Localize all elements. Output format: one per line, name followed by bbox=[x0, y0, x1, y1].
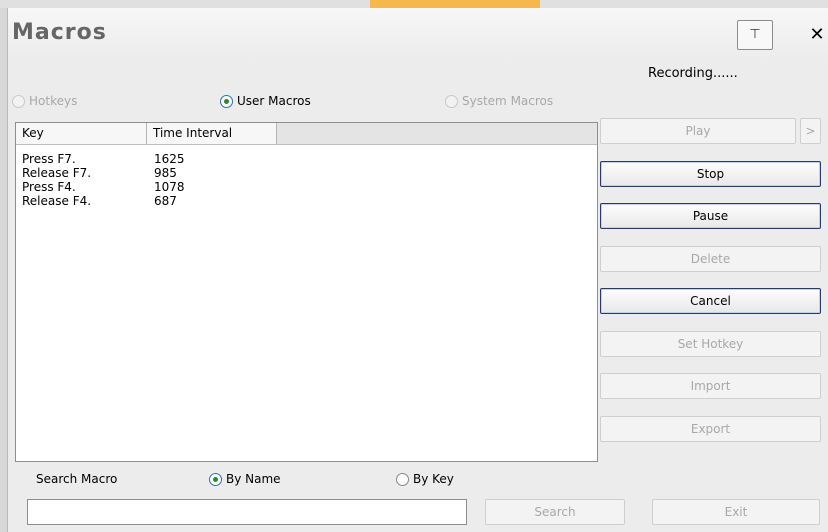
cell-time-interval: 1625 bbox=[154, 152, 185, 166]
table-row[interactable]: Press F4. 1078 bbox=[16, 180, 597, 194]
pause-button[interactable]: Pause bbox=[600, 203, 821, 229]
radio-by-key-indicator bbox=[396, 472, 409, 486]
radio-system-macros-indicator bbox=[445, 94, 458, 108]
exit-button[interactable]: Exit bbox=[652, 499, 820, 525]
search-button[interactable]: Search bbox=[485, 499, 625, 525]
background-window-strip bbox=[0, 0, 828, 8]
radio-system-macros-label: System Macros bbox=[462, 94, 554, 108]
cell-key: Release F4. bbox=[22, 194, 92, 208]
radio-hotkeys-indicator bbox=[12, 94, 25, 108]
macros-dialog: Macros ⊤ ✕ Recording...... Hotkeys User … bbox=[7, 8, 828, 532]
radio-hotkeys[interactable]: Hotkeys bbox=[12, 94, 77, 108]
export-button[interactable]: Export bbox=[600, 416, 821, 442]
close-icon: ✕ bbox=[809, 24, 825, 45]
radio-by-name-label: By Name bbox=[226, 472, 281, 486]
search-input[interactable] bbox=[27, 499, 467, 525]
close-button[interactable]: ✕ bbox=[808, 22, 826, 48]
pin-icon: ⊤ bbox=[749, 27, 761, 42]
dialog-title: Macros bbox=[12, 20, 107, 45]
column-header-time-interval[interactable]: Time Interval bbox=[147, 123, 277, 144]
background-window-edge bbox=[0, 8, 7, 532]
column-header-key[interactable]: Key bbox=[16, 123, 147, 144]
table-header: Key Time Interval bbox=[16, 123, 597, 145]
cell-time-interval: 1078 bbox=[154, 180, 185, 194]
radio-user-macros-label: User Macros bbox=[237, 94, 311, 108]
delete-button[interactable]: Delete bbox=[600, 246, 821, 272]
radio-by-key[interactable]: By Key bbox=[396, 472, 454, 486]
radio-user-macros-indicator bbox=[220, 94, 233, 108]
radio-by-name[interactable]: By Name bbox=[209, 472, 281, 486]
radio-user-macros[interactable]: User Macros bbox=[220, 94, 311, 108]
cancel-button[interactable]: Cancel bbox=[600, 288, 821, 314]
table-row[interactable]: Release F4. 687 bbox=[16, 194, 597, 208]
cell-key: Release F7. bbox=[22, 166, 92, 180]
cell-time-interval: 985 bbox=[154, 166, 177, 180]
pin-button[interactable]: ⊤ bbox=[737, 20, 773, 50]
background-tab-highlight bbox=[370, 0, 540, 8]
radio-system-macros[interactable]: System Macros bbox=[445, 94, 553, 108]
cell-key: Press F4. bbox=[22, 180, 76, 194]
set-hotkey-button[interactable]: Set Hotkey bbox=[600, 331, 821, 357]
radio-by-key-label: By Key bbox=[413, 472, 454, 486]
title-bar: Macros ⊤ ✕ bbox=[8, 8, 828, 60]
macro-table[interactable]: Key Time Interval Press F7. 1625 Release… bbox=[15, 122, 598, 462]
stop-button[interactable]: Stop bbox=[600, 161, 821, 187]
cell-time-interval: 687 bbox=[154, 194, 177, 208]
import-button[interactable]: Import bbox=[600, 373, 821, 399]
more-button[interactable]: > bbox=[800, 118, 821, 144]
recording-status: Recording...... bbox=[648, 66, 738, 81]
cell-key: Press F7. bbox=[22, 152, 76, 166]
play-button[interactable]: Play bbox=[600, 118, 796, 144]
radio-hotkeys-label: Hotkeys bbox=[29, 94, 78, 108]
radio-by-name-indicator bbox=[209, 472, 222, 486]
search-macro-label: Search Macro bbox=[36, 472, 118, 486]
table-row[interactable]: Release F7. 985 bbox=[16, 166, 597, 180]
table-row[interactable]: Press F7. 1625 bbox=[16, 152, 597, 166]
